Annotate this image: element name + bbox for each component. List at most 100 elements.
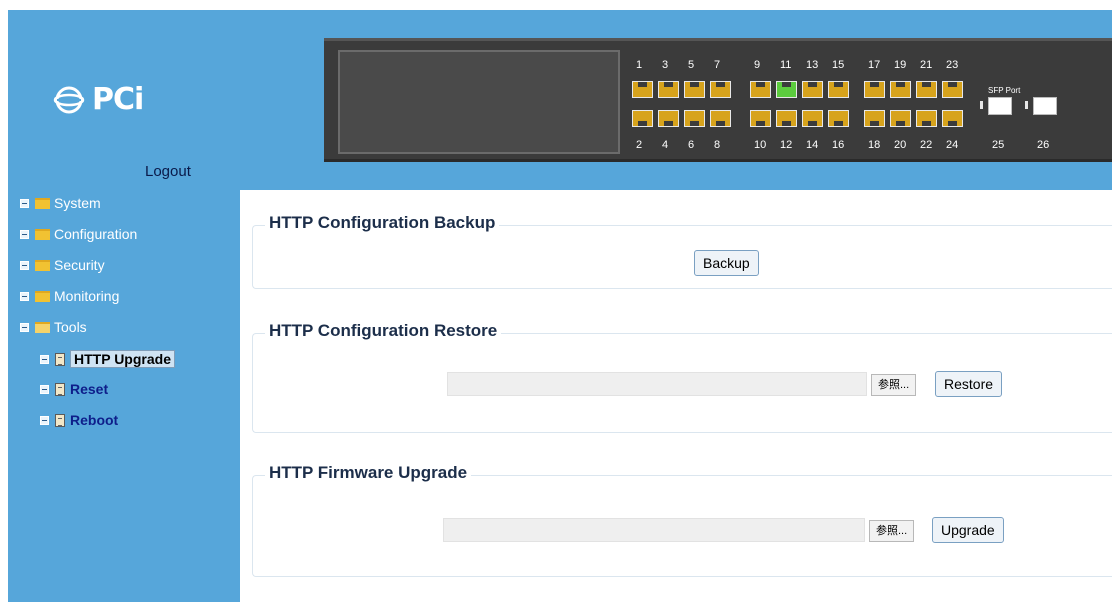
port-number-label: 18: [868, 139, 881, 151]
ethernet-port-icon[interactable]: [916, 110, 937, 127]
collapse-icon[interactable]: [20, 322, 29, 332]
port-number-label: 23: [946, 59, 959, 71]
device-display-panel: [338, 50, 620, 154]
expand-icon[interactable]: [20, 198, 29, 208]
brand-logo: PCi: [52, 82, 144, 117]
sidebar-item-label: Reset: [70, 381, 109, 397]
ethernet-port-icon[interactable]: [776, 81, 797, 98]
ethernet-port-icon[interactable]: [632, 81, 653, 98]
sidebar-item-reset[interactable]: Reset: [40, 381, 108, 397]
port-number-label: 25: [992, 139, 1005, 151]
port-number-label: 21: [920, 59, 933, 71]
port-number-label: 15: [832, 59, 845, 71]
tree-node-icon: [40, 415, 49, 425]
backup-section: HTTP Configuration Backup Backup: [252, 213, 1112, 289]
port-number-label: 13: [806, 59, 819, 71]
port-number-label: 5: [688, 59, 695, 71]
ethernet-port-icon[interactable]: [828, 110, 849, 127]
tree-node-icon: [40, 384, 49, 394]
port-number-label: 10: [754, 139, 767, 151]
port-number-label: 9: [754, 59, 761, 71]
upgrade-section: HTTP Firmware Upgrade 参照... Upgrade: [252, 463, 1112, 577]
ethernet-port-icon[interactable]: [864, 81, 885, 98]
port-number-label: 26: [1037, 139, 1050, 151]
ethernet-port-icon[interactable]: [890, 81, 911, 98]
port-number-label: 14: [806, 139, 819, 151]
sidebar-item-label: System: [54, 195, 101, 211]
expand-icon[interactable]: [20, 229, 29, 239]
sidebar-item-reboot[interactable]: Reboot: [40, 412, 118, 428]
globe-logo-icon: [53, 86, 85, 113]
folder-icon: [35, 228, 50, 240]
port-number-label: 8: [714, 139, 721, 151]
ethernet-port-icon[interactable]: [864, 110, 885, 127]
port-number-label: 2: [636, 139, 643, 151]
ethernet-port-icon[interactable]: [750, 110, 771, 127]
logout-link[interactable]: Logout: [145, 163, 191, 180]
ethernet-port-icon[interactable]: [802, 81, 823, 98]
sidebar-item-tools[interactable]: Tools: [20, 319, 87, 335]
port-number-label: 11: [780, 59, 792, 71]
section-title: HTTP Configuration Backup: [265, 213, 500, 233]
expand-icon[interactable]: [20, 260, 29, 270]
upgrade-button[interactable]: Upgrade: [932, 517, 1004, 543]
document-icon: [55, 413, 65, 427]
sidebar-item-label: HTTP Upgrade: [70, 350, 175, 368]
port-number-label: 12: [780, 139, 793, 151]
sfp-port-icon[interactable]: [1033, 97, 1057, 115]
expand-icon[interactable]: [20, 291, 29, 301]
sidebar-item-security[interactable]: Security: [20, 257, 105, 273]
ethernet-port-icon[interactable]: [802, 110, 823, 127]
ethernet-port-icon[interactable]: [710, 81, 731, 98]
restore-browse-button[interactable]: 参照...: [871, 374, 917, 396]
sidebar-item-configuration[interactable]: Configuration: [20, 226, 137, 242]
sfp-port-label: SFP Port: [988, 86, 1021, 95]
port-number-label: 24: [946, 139, 959, 151]
tree-node-icon: [40, 354, 49, 364]
main-content: HTTP Configuration Backup Backup HTTP Co…: [240, 190, 1112, 602]
upgrade-browse-button[interactable]: 参照...: [869, 520, 915, 542]
ethernet-port-icon[interactable]: [942, 81, 963, 98]
sidebar-item-http-upgrade[interactable]: HTTP Upgrade: [40, 350, 175, 368]
document-icon: [55, 352, 65, 366]
brand-logo-text: PCi: [92, 82, 144, 117]
folder-icon: [35, 197, 50, 209]
sidebar-item-label: Configuration: [54, 226, 138, 242]
restore-button[interactable]: Restore: [935, 371, 1003, 397]
port-number-label: 1: [636, 59, 643, 71]
sfp-status-led: [1025, 101, 1028, 109]
sfp-port-icon[interactable]: [988, 97, 1012, 115]
port-number-label: 17: [868, 59, 881, 71]
port-number-label: 7: [714, 59, 721, 71]
document-icon: [55, 382, 65, 396]
ethernet-port-icon[interactable]: [684, 110, 705, 127]
port-number-label: 20: [894, 139, 907, 151]
sidebar-item-label: Monitoring: [54, 288, 120, 304]
ethernet-port-icon[interactable]: [710, 110, 731, 127]
ethernet-port-icon[interactable]: [916, 81, 937, 98]
backup-button[interactable]: Backup: [694, 250, 759, 276]
ethernet-port-icon[interactable]: [828, 81, 849, 98]
ethernet-port-icon[interactable]: [658, 81, 679, 98]
folder-icon: [35, 290, 50, 302]
port-number-label: 6: [688, 139, 695, 151]
upgrade-file-field[interactable]: [443, 518, 865, 542]
sfp-status-led: [980, 101, 983, 109]
section-title: HTTP Configuration Restore: [265, 321, 502, 341]
port-number-label: 3: [662, 59, 669, 71]
switch-front-panel: 1 3 5 7 9 11 13 15 17 19 21 23 2 4 6 8 10 12 14 16 18 20 22 24 S…: [324, 38, 1112, 162]
sidebar-item-label: Security: [54, 257, 105, 273]
ethernet-port-icon[interactable]: [658, 110, 679, 127]
ethernet-port-icon[interactable]: [750, 81, 771, 98]
ethernet-port-icon[interactable]: [942, 110, 963, 127]
port-number-label: 4: [662, 139, 669, 151]
restore-file-field[interactable]: [447, 372, 867, 396]
ethernet-port-icon[interactable]: [776, 110, 797, 127]
sidebar-item-system[interactable]: System: [20, 195, 101, 211]
sidebar-item-monitoring[interactable]: Monitoring: [20, 288, 119, 304]
ethernet-port-icon[interactable]: [684, 81, 705, 98]
ethernet-port-icon[interactable]: [632, 110, 653, 127]
port-number-label: 22: [920, 139, 933, 151]
sidebar-item-label: Reboot: [70, 412, 119, 428]
ethernet-port-icon[interactable]: [890, 110, 911, 127]
